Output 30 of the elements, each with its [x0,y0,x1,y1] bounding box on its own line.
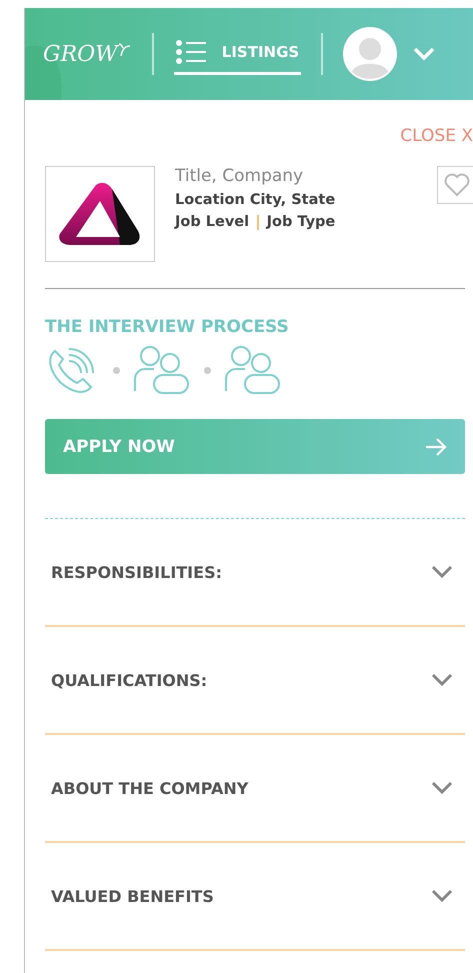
section-title: QUALIFICATIONS: [51,670,208,690]
job-level: Job Level [175,214,250,230]
apply-button[interactable]: APPLY NOW [45,419,465,474]
section-title: VALUED BENEFITS [51,886,214,906]
chevron-icon [431,781,453,795]
job-location: Location City, State [175,192,336,208]
chevron-icon [431,565,453,579]
step-dot [113,366,120,374]
logo[interactable]: GROW [43,42,132,66]
expand-toggle[interactable] [431,565,453,579]
people-icon [132,345,192,395]
section-title: RESPONSIBILITIES: [51,562,222,582]
job-title: Title, Company [175,166,304,186]
close-link[interactable]: CLOSE X [400,126,473,146]
job-type: Job Type [266,214,336,230]
avatar[interactable] [343,27,398,81]
expand-toggle[interactable] [431,673,453,687]
listings-tab[interactable]: LISTINGS [174,34,302,74]
arrow-right-icon [425,438,447,456]
chevron-down-icon[interactable] [413,47,436,61]
list-icon [176,40,206,64]
interview-heading: THE INTERVIEW PROCESS [45,317,290,337]
people-icon [223,345,283,395]
chevron-icon [431,889,453,903]
step-dot [204,366,211,374]
favorite-button[interactable] [437,166,473,204]
section-title: ABOUT THE COMPANY [51,778,248,798]
chevron-icon [431,673,453,687]
expand-toggle[interactable] [431,889,453,903]
expand-toggle[interactable] [431,781,453,795]
